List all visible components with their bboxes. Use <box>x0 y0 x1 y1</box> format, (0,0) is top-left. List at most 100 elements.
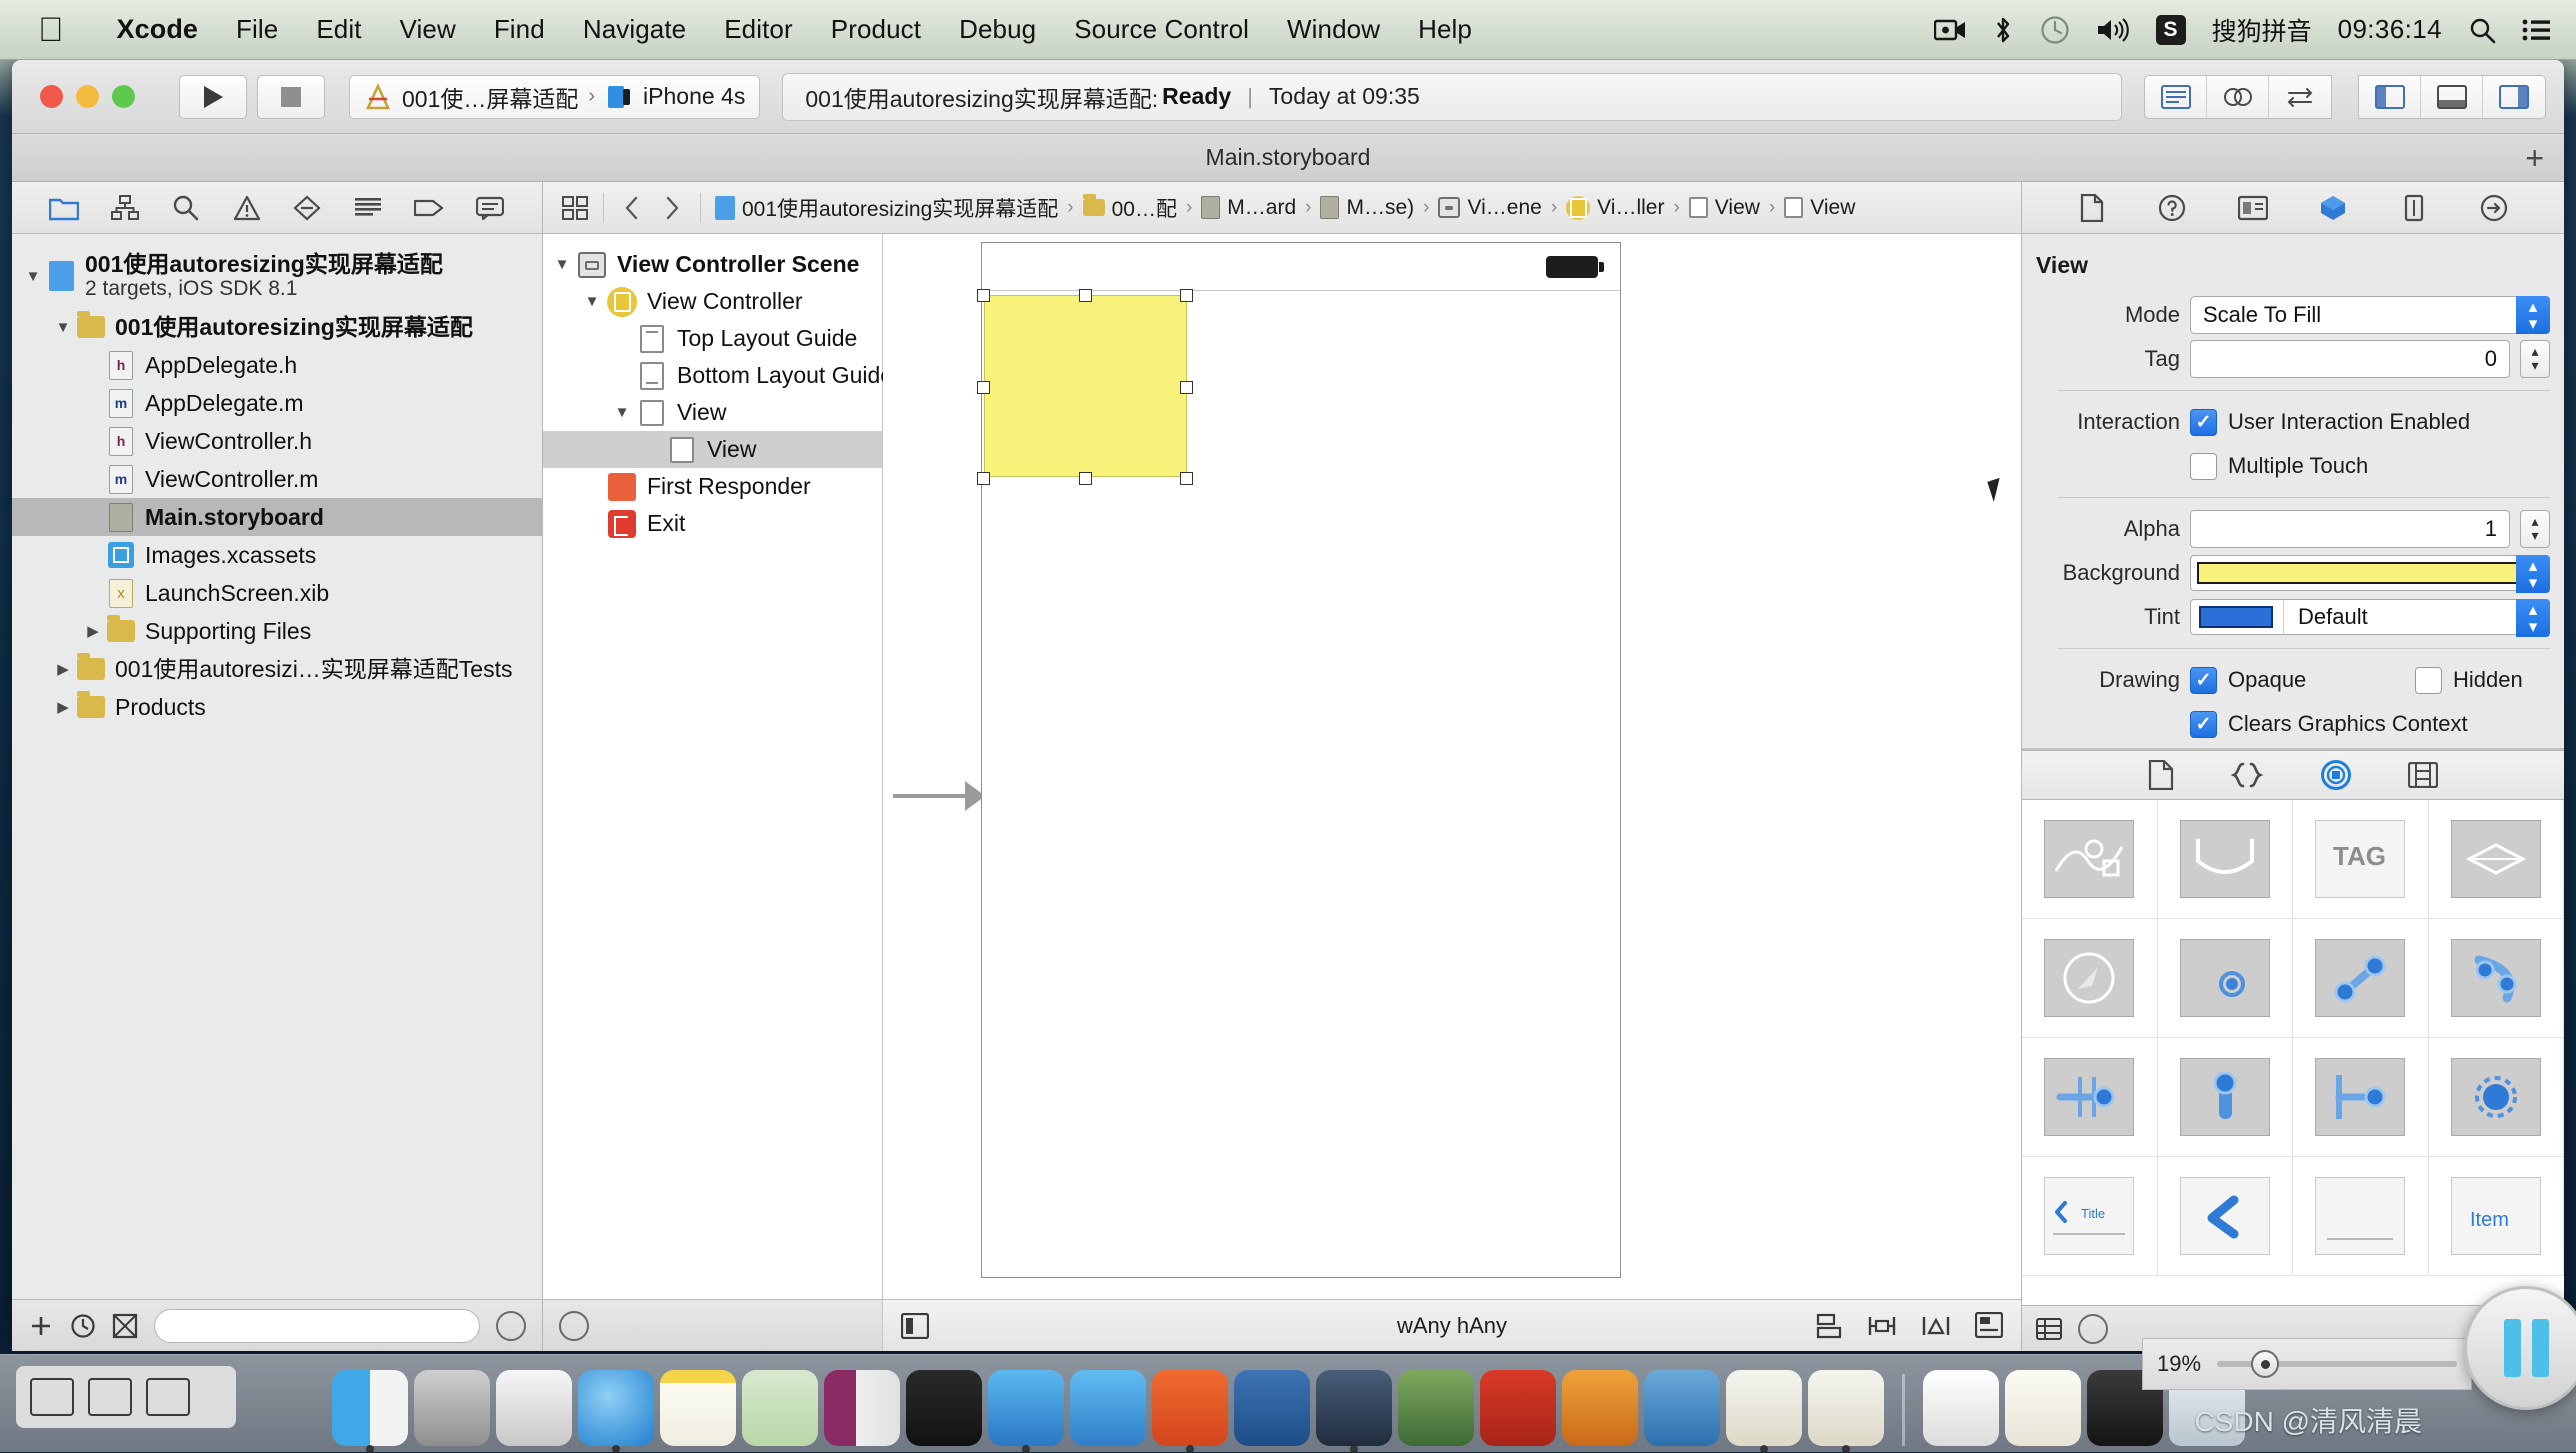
plus-icon[interactable] <box>28 1313 54 1339</box>
multiple-touch-checkbox[interactable] <box>2190 453 2217 480</box>
resize-handle-ml[interactable] <box>977 381 990 394</box>
menu-item-file[interactable]: File <box>217 14 297 45</box>
resize-handle-br[interactable] <box>1180 472 1193 485</box>
breadcrumb-item[interactable]: Vi…ller <box>1560 196 1670 220</box>
breadcrumb-item[interactable]: 00…配 <box>1077 193 1183 223</box>
terminal-icon[interactable] <box>906 1370 982 1446</box>
outline-row[interactable]: ▶Bottom Layout Guide <box>543 357 882 394</box>
clears-graphics-checkbox-row[interactable]: ✓ Clears Graphics Context <box>2190 711 2468 738</box>
disclosure-triangle[interactable]: ▼ <box>20 268 46 285</box>
embed-stack-icon[interactable] <box>1975 1312 2003 1340</box>
breadcrumb-item[interactable]: 001使用autoresizing实现屏幕适配 <box>709 193 1064 223</box>
breadcrumb-item[interactable]: M…se) <box>1314 196 1420 220</box>
breakpoint-icon[interactable] <box>284 188 330 228</box>
scheme-selector[interactable]: 001使…屏幕适配 › iPhone 4s <box>349 75 760 119</box>
search-input[interactable] <box>154 1309 480 1343</box>
disclosure-triangle[interactable]: ▼ <box>549 256 575 273</box>
identity-inspector-icon[interactable] <box>2230 188 2276 228</box>
assistant-editor-icon[interactable] <box>2207 76 2269 118</box>
simulator-icon[interactable] <box>1070 1370 1146 1446</box>
minimize-button[interactable] <box>76 85 99 108</box>
quick-help-icon[interactable] <box>2149 188 2195 228</box>
disclosure-triangle[interactable]: ▼ <box>50 319 76 336</box>
safari-icon[interactable] <box>578 1370 654 1446</box>
code-snippet-library-icon[interactable] <box>2230 761 2264 789</box>
menu-item-view[interactable]: View <box>381 14 475 45</box>
media-library-icon[interactable] <box>2408 762 2438 788</box>
bluetooth-icon[interactable] <box>1992 16 2014 44</box>
clock-label[interactable]: 09:36:14 <box>2338 14 2442 45</box>
spaces-icon[interactable] <box>88 1378 132 1416</box>
source-control-icon[interactable] <box>112 1313 138 1339</box>
system-preferences-icon[interactable] <box>414 1370 490 1446</box>
navigator-toggle-icon[interactable] <box>2359 76 2421 118</box>
chevron-updown-icon[interactable]: ▴▾ <box>2516 599 2550 637</box>
screen-recorder-pause-button[interactable] <box>2464 1286 2576 1410</box>
xcode-icon[interactable] <box>988 1370 1064 1446</box>
video-app-icon[interactable] <box>1316 1370 1392 1446</box>
menu-item-product[interactable]: Product <box>812 14 940 45</box>
alpha-stepper[interactable]: ▴▾ <box>2520 510 2550 548</box>
disclosure-triangle[interactable]: ▼ <box>579 293 605 310</box>
screen-edge-pan-gesture-icon[interactable] <box>2293 1038 2429 1156</box>
zoom-slider-knob[interactable] <box>2251 1350 2279 1378</box>
active-tab-title[interactable]: Main.storyboard <box>1206 144 1371 171</box>
circle-icon[interactable] <box>559 1311 589 1341</box>
navigator-row[interactable]: ▶mAppDelegate.m <box>12 384 542 422</box>
attributes-inspector-icon[interactable] <box>2310 188 2356 228</box>
launchpad-icon[interactable] <box>496 1370 572 1446</box>
outline-row[interactable]: ▶Exit <box>543 505 882 542</box>
stop-button[interactable] <box>257 75 325 119</box>
opaque-checkbox-row[interactable]: ✓ Opaque <box>2190 667 2405 694</box>
onenote-icon[interactable] <box>824 1370 900 1446</box>
user-interaction-checkbox[interactable]: ✓ <box>2190 409 2217 436</box>
tag-view-icon[interactable]: TAG <box>2293 800 2429 918</box>
chevron-updown-icon[interactable]: ▴▾ <box>2516 555 2550 593</box>
tag-icon[interactable] <box>406 188 452 228</box>
bar-button-item-icon[interactable] <box>2293 1157 2429 1275</box>
menu-item-window[interactable]: Window <box>1268 14 1399 45</box>
scissors-app-icon[interactable] <box>1234 1370 1310 1446</box>
map-view-icon[interactable] <box>2022 800 2158 918</box>
clears-graphics-checkbox[interactable]: ✓ <box>2190 711 2217 738</box>
folder-icon[interactable] <box>41 188 87 228</box>
breadcrumb-item[interactable]: View <box>1778 196 1861 220</box>
resize-handle-tl[interactable] <box>977 289 990 302</box>
menu-item-source-control[interactable]: Source Control <box>1055 14 1268 45</box>
navigator-row[interactable]: ▼001使用autoresizing实现屏幕适配 <box>12 308 542 346</box>
disclosure-triangle[interactable]: ▶ <box>50 660 76 678</box>
project-navigator-tree[interactable]: ▼001使用autoresizing实现屏幕适配2 targets, iOS S… <box>12 234 542 1299</box>
library-list-icon[interactable] <box>2036 1318 2062 1340</box>
filezilla-icon[interactable] <box>1480 1370 1556 1446</box>
breadcrumb-item[interactable]: Vi…ene <box>1432 196 1547 220</box>
background-color-well[interactable]: ▴▾ <box>2190 555 2550 591</box>
object-library-grid[interactable]: TAG <box>2022 800 2564 1306</box>
gl-kit-view-icon[interactable] <box>2429 800 2565 918</box>
clock-icon[interactable] <box>2040 15 2070 45</box>
warning-icon[interactable] <box>224 188 270 228</box>
outline-row[interactable]: ▼View <box>543 394 882 431</box>
menu-item-navigate[interactable]: Navigate <box>564 14 705 45</box>
search-icon[interactable] <box>2468 16 2496 44</box>
close-button[interactable] <box>40 85 63 108</box>
opaque-checkbox[interactable]: ✓ <box>2190 667 2217 694</box>
paint-app-icon[interactable] <box>1562 1370 1638 1446</box>
menu-item-help[interactable]: Help <box>1399 14 1491 45</box>
notes-icon[interactable] <box>660 1370 736 1446</box>
comment-icon[interactable] <box>467 188 513 228</box>
outline-row[interactable]: ▶First Responder <box>543 468 882 505</box>
word-icon[interactable] <box>1644 1370 1720 1446</box>
back-button-icon[interactable] <box>2158 1157 2294 1275</box>
illustrator-2-icon[interactable] <box>1808 1370 1884 1446</box>
user-interaction-checkbox-row[interactable]: ✓ User Interaction Enabled <box>2190 409 2470 436</box>
mode-popup[interactable]: Scale To Fill ▴▾ <box>2190 296 2550 334</box>
speaker-icon[interactable] <box>2096 17 2130 43</box>
tag-stepper[interactable]: ▴▾ <box>2520 340 2550 378</box>
outline-row[interactable]: ▼View Controller Scene <box>543 246 882 283</box>
photo-app-icon[interactable] <box>1398 1370 1474 1446</box>
resize-handle-tr[interactable] <box>1180 289 1193 302</box>
multiple-touch-checkbox-row[interactable]: Multiple Touch <box>2190 453 2368 480</box>
view-controller-canvas[interactable] <box>981 242 1621 1278</box>
size-inspector-icon[interactable] <box>2391 188 2437 228</box>
list-icon[interactable] <box>2522 18 2550 42</box>
